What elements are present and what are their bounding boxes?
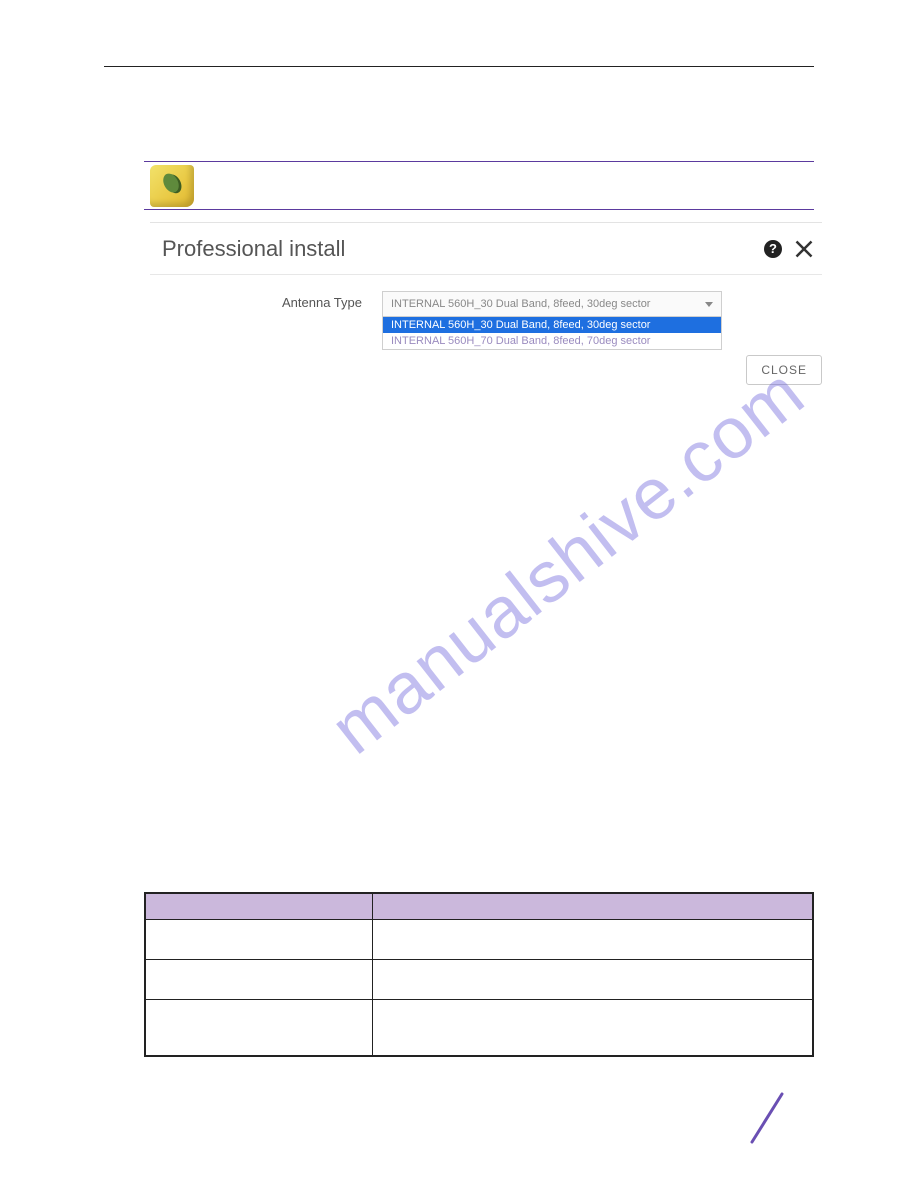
close-button[interactable]: CLOSE bbox=[746, 355, 822, 385]
antenna-type-select[interactable]: INTERNAL 560H_30 Dual Band, 8feed, 30deg… bbox=[382, 291, 722, 317]
sticky-note-icon bbox=[150, 165, 194, 207]
dropdown-option-0[interactable]: INTERNAL 560H_30 Dual Band, 8feed, 30deg… bbox=[383, 317, 721, 333]
table-row bbox=[146, 1000, 813, 1056]
antenna-type-label: Antenna Type bbox=[150, 291, 382, 310]
table-row bbox=[146, 920, 813, 960]
dialog-title: Professional install bbox=[162, 236, 345, 262]
spec-table bbox=[144, 892, 814, 1057]
dialog-header: Professional install ? bbox=[150, 223, 822, 275]
antenna-type-row: Antenna Type INTERNAL 560H_30 Dual Band,… bbox=[150, 275, 822, 350]
close-icon[interactable] bbox=[794, 239, 814, 259]
watermark-text: manualshive.com bbox=[316, 352, 820, 771]
table-header-1 bbox=[372, 894, 812, 920]
table-header-0 bbox=[146, 894, 373, 920]
select-value: INTERNAL 560H_30 Dual Band, 8feed, 30deg… bbox=[391, 298, 650, 310]
table-row bbox=[146, 960, 813, 1000]
professional-install-dialog: Professional install ? Antenna Type INTE… bbox=[150, 222, 822, 350]
header-rule bbox=[104, 66, 814, 67]
antenna-type-dropdown: INTERNAL 560H_30 Dual Band, 8feed, 30deg… bbox=[382, 317, 722, 350]
help-icon[interactable]: ? bbox=[764, 240, 782, 258]
dropdown-option-1[interactable]: INTERNAL 560H_70 Dual Band, 8feed, 70deg… bbox=[383, 333, 721, 349]
footer-accent-icon bbox=[746, 1090, 786, 1146]
note-callout-band bbox=[144, 161, 814, 210]
